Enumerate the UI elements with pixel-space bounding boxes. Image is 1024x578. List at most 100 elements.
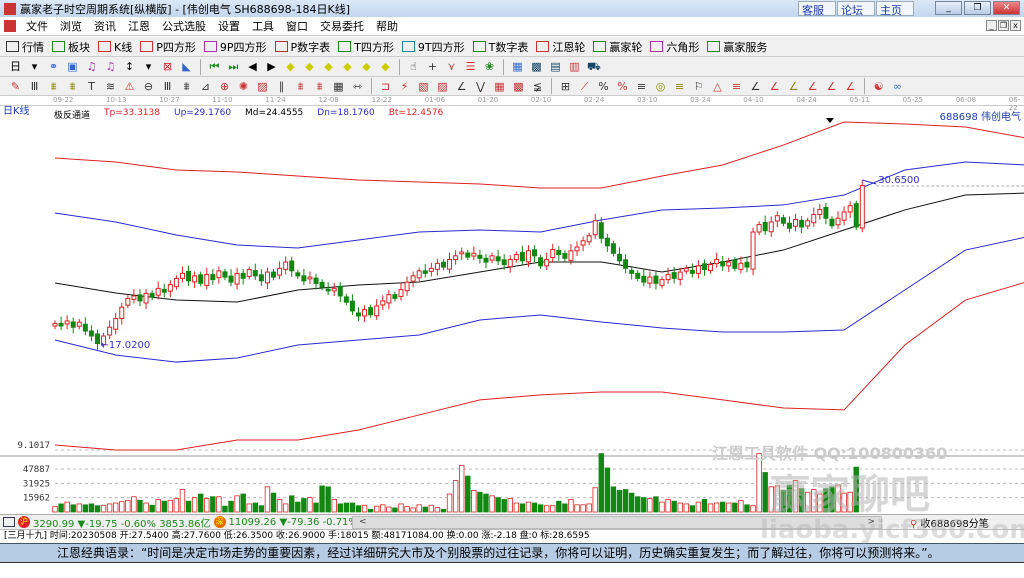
gann-tool-16-icon[interactable]: ⩩ (313, 80, 326, 93)
toolbar-button-2[interactable]: K线 (98, 39, 132, 55)
gann-tool-24-icon[interactable]: ∠ (455, 80, 468, 93)
forum-link[interactable]: 论坛 (837, 1, 875, 17)
gann-tool-38-icon[interactable]: △ (711, 80, 724, 93)
gann-tool-34-icon[interactable]: ≡ (635, 80, 648, 93)
nav-tool-11-icon[interactable]: ⏮ (208, 60, 221, 73)
gann-tool-20-icon[interactable]: ⊐ (379, 80, 392, 93)
nav-tool-9-icon[interactable]: ◣ (180, 60, 193, 73)
nav-tool-13-icon[interactable]: ◀ (246, 60, 259, 73)
menu-tools[interactable]: 工具 (252, 18, 274, 34)
nav-tool-19-icon[interactable]: ◆ (360, 60, 373, 73)
gann-tool-33-icon[interactable]: % (616, 80, 629, 93)
mdi-minimize-button[interactable]: _ (986, 20, 997, 31)
toolbar-button-4[interactable]: 9P四方形 (203, 39, 267, 55)
nav-tool-32-icon[interactable]: ⛟ (587, 60, 601, 73)
nav-tool-2-icon[interactable]: ⚭ (47, 60, 60, 73)
gann-tool-12-icon[interactable]: ✺ (237, 80, 250, 93)
gann-tool-17-icon[interactable]: ▦ (332, 80, 345, 93)
toolbar-button-8[interactable]: T数字表 (472, 39, 528, 55)
gann-tool-23-icon[interactable]: ▨ (436, 80, 449, 93)
toolbar-button-1[interactable]: 板块 (52, 39, 90, 55)
nav-tool-0-icon[interactable]: 日 (9, 60, 22, 73)
nav-tool-8-icon[interactable]: ⊠ (161, 60, 174, 73)
gann-tool-35-icon[interactable]: ◎ (654, 80, 667, 93)
menu-formula[interactable]: 公式选股 (162, 18, 206, 34)
nav-tool-25-icon[interactable]: ☰ (464, 60, 477, 73)
menu-browse[interactable]: 浏览 (60, 18, 82, 34)
toolbar-button-6[interactable]: T四方形 (338, 39, 394, 55)
gann-tool-22-icon[interactable]: ▧ (417, 80, 430, 93)
menu-gann[interactable]: 江恩 (128, 18, 150, 34)
gann-tool-37-icon[interactable]: ⚐ (692, 80, 705, 93)
gann-tool-31-icon[interactable]: ⟋ (578, 80, 591, 93)
nav-tool-18-icon[interactable]: ◆ (341, 60, 354, 73)
gann-tool-13-icon[interactable]: ▨ (256, 80, 269, 93)
menu-help[interactable]: 帮助 (376, 18, 398, 34)
nav-tool-12-icon[interactable]: ⏭ (227, 60, 240, 73)
gann-tool-1-icon[interactable]: Ⅲ (28, 80, 41, 93)
gann-tool-26-icon[interactable]: ▦ (493, 80, 506, 93)
nav-tool-7-icon[interactable]: ▾ (142, 60, 155, 73)
nav-tool-1-icon[interactable]: ▾ (28, 60, 41, 73)
nav-tool-15-icon[interactable]: ◆ (284, 60, 297, 73)
gann-tool-10-icon[interactable]: ⊿ (199, 80, 212, 93)
sh-index-quote[interactable]: 3290.99 ▼-19.75 -0.60% 3853.86亿 (33, 515, 211, 530)
toolbar-button-10[interactable]: 赢家轮 (593, 39, 642, 55)
gann-tool-43-icon[interactable]: ∠ (806, 80, 819, 93)
gann-tool-30-icon[interactable]: ⊞ (559, 80, 572, 93)
mdi-close-button[interactable]: x (1010, 20, 1021, 31)
gann-tool-39-icon[interactable]: ≡ (730, 80, 743, 93)
gann-tool-3-icon[interactable]: ⩩ (66, 80, 79, 93)
toolbar-button-9[interactable]: 江恩轮 (536, 39, 585, 55)
menu-trade[interactable]: 交易委托 (320, 18, 364, 34)
nav-tool-30-icon[interactable]: ▤ (549, 60, 562, 73)
menu-news[interactable]: 资讯 (94, 18, 116, 34)
menu-file[interactable]: 文件 (26, 18, 48, 34)
nav-tool-20-icon[interactable]: ◆ (379, 60, 392, 73)
nav-tool-14-icon[interactable]: ▶ (265, 60, 278, 73)
scroll-left-button[interactable]: < (359, 517, 367, 527)
homepage-link[interactable]: 主页 (876, 1, 914, 17)
nav-tool-17-icon[interactable]: ◆ (322, 60, 335, 73)
close-button[interactable]: ✕ (993, 1, 1020, 15)
toolbar-button-11[interactable]: 六角形 (650, 39, 699, 55)
nav-tool-3-icon[interactable]: ▣ (66, 60, 79, 73)
gann-tool-44-icon[interactable]: ∠ (825, 80, 838, 93)
mdi-restore-button[interactable]: ❐ (998, 20, 1009, 31)
gann-tool-8-icon[interactable]: Ⅲ (161, 80, 174, 93)
gann-tool-14-icon[interactable]: ∥ (275, 80, 288, 93)
gann-tool-9-icon[interactable]: ⩩ (180, 80, 193, 93)
gann-tool-27-icon[interactable]: ▩ (512, 80, 525, 93)
menu-settings[interactable]: 设置 (218, 18, 240, 34)
minimize-button[interactable]: _ (935, 1, 962, 15)
calculator-icon[interactable] (3, 517, 15, 527)
gann-tool-4-icon[interactable]: T (85, 80, 98, 93)
gann-tool-5-icon[interactable]: ≋ (104, 80, 117, 93)
restore-button[interactable]: ❐ (964, 1, 991, 15)
gann-tool-40-icon[interactable]: ∠ (749, 80, 762, 93)
gann-tool-48-icon[interactable]: ∞ (891, 80, 904, 93)
toolbar-button-0[interactable]: 行情 (6, 39, 44, 55)
nav-tool-31-icon[interactable]: ▥ (568, 60, 581, 73)
menu-window[interactable]: 窗口 (286, 18, 308, 34)
gann-tool-11-icon[interactable]: ⊕ (218, 80, 231, 93)
gann-tool-45-icon[interactable]: ∠ (844, 80, 857, 93)
customer-service-link[interactable]: 客服 (798, 1, 836, 17)
nav-tool-6-icon[interactable]: ↕ (123, 60, 136, 73)
nav-tool-28-icon[interactable]: ▦ (511, 60, 524, 73)
gann-tool-6-icon[interactable]: ⚠ (123, 80, 136, 93)
gann-tool-15-icon[interactable]: ⩩ (294, 80, 307, 93)
toolbar-button-12[interactable]: 赢家服务 (707, 39, 767, 55)
gann-tool-25-icon[interactable]: ⋁ (474, 80, 487, 93)
toolbar-button-5[interactable]: P数字表 (274, 39, 330, 55)
nav-tool-16-icon[interactable]: ◆ (303, 60, 316, 73)
nav-tool-5-icon[interactable]: ♫ (104, 60, 117, 73)
nav-tool-23-icon[interactable]: + (426, 60, 439, 73)
gann-tool-32-icon[interactable]: % (597, 80, 610, 93)
gann-tool-18-icon[interactable]: ⇿ (351, 80, 364, 93)
gann-tool-7-icon[interactable]: ⊖ (142, 80, 155, 93)
toolbar-button-7[interactable]: 9T四方形 (401, 39, 465, 55)
gann-tool-28-icon[interactable]: ≨ (531, 80, 544, 93)
nav-tool-22-icon[interactable]: ☝ (407, 60, 420, 73)
gann-tool-21-icon[interactable]: ⚡ (398, 80, 411, 93)
